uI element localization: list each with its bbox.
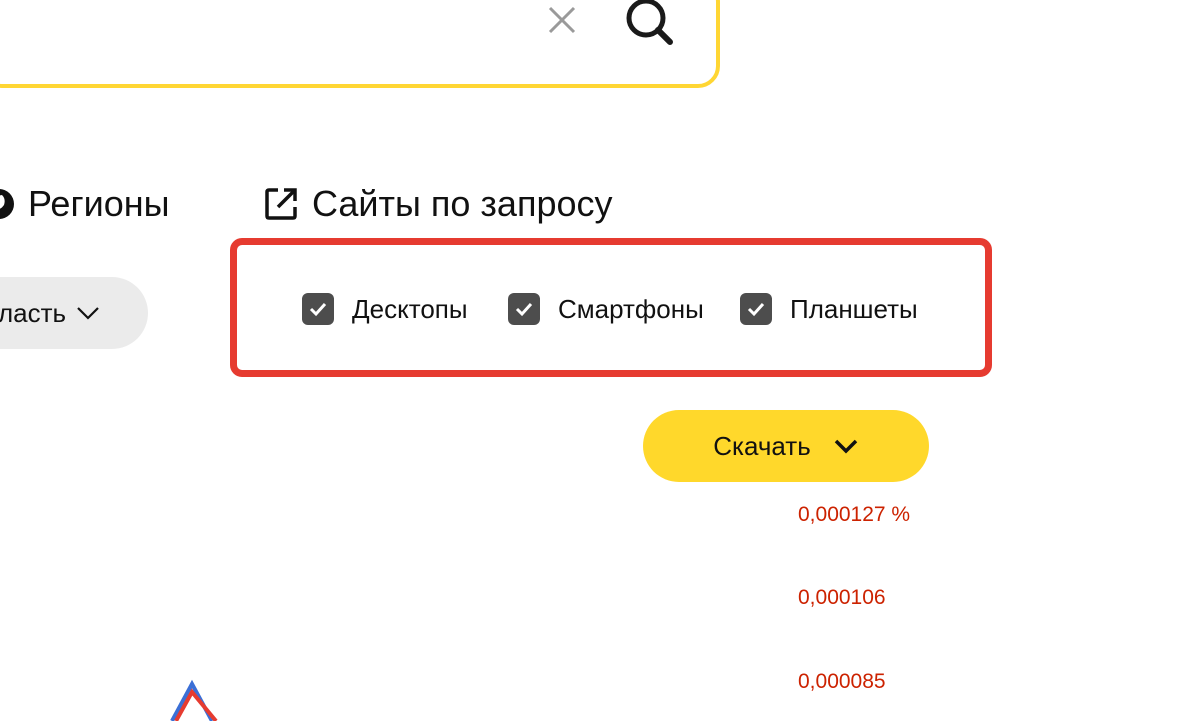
search-button[interactable] xyxy=(622,0,678,50)
region-dropdown-label: ласть xyxy=(0,297,67,328)
region-dropdown[interactable]: ласть xyxy=(0,277,148,349)
checkbox-checked-icon[interactable] xyxy=(740,293,772,325)
tab-regions-label: Регионы xyxy=(28,183,170,224)
download-button[interactable]: Скачать xyxy=(643,410,929,482)
download-button-label: Скачать xyxy=(713,430,811,461)
checkbox-checked-icon[interactable] xyxy=(302,293,334,325)
checkbox-desktops[interactable]: Десктопы xyxy=(302,293,468,325)
checkbox-tablets[interactable]: Планшеты xyxy=(740,293,918,325)
chart-series-red xyxy=(174,688,218,721)
chart-series-lines xyxy=(170,679,218,721)
checkbox-checked-icon[interactable] xyxy=(508,293,540,325)
checkbox-smartphones[interactable]: Смартфоны xyxy=(508,293,704,325)
tab-sites-by-query[interactable]: Сайты по запросу xyxy=(262,180,612,228)
chevron-down-icon xyxy=(77,307,99,320)
checkbox-desktops-label: Десктопы xyxy=(352,293,468,324)
checkbox-tablets-label: Планшеты xyxy=(790,293,918,324)
search-box[interactable] xyxy=(0,0,720,88)
chevron-down-icon xyxy=(834,439,857,454)
y-axis-tick-label: 0,000085 xyxy=(798,670,886,693)
tab-sites-label: Сайты по запросу xyxy=(312,183,613,224)
search-icon xyxy=(626,0,673,45)
y-axis-tick-label: 0,000106 xyxy=(798,586,886,609)
checkbox-smartphones-label: Смартфоны xyxy=(558,293,704,324)
y-axis-tick-label: 0,000127 % xyxy=(798,503,911,526)
tab-regions[interactable]: Регионы xyxy=(0,180,169,228)
clear-search-button[interactable] xyxy=(544,2,580,38)
globe-icon xyxy=(0,189,14,219)
external-link-icon xyxy=(265,188,297,220)
close-icon xyxy=(548,6,576,34)
